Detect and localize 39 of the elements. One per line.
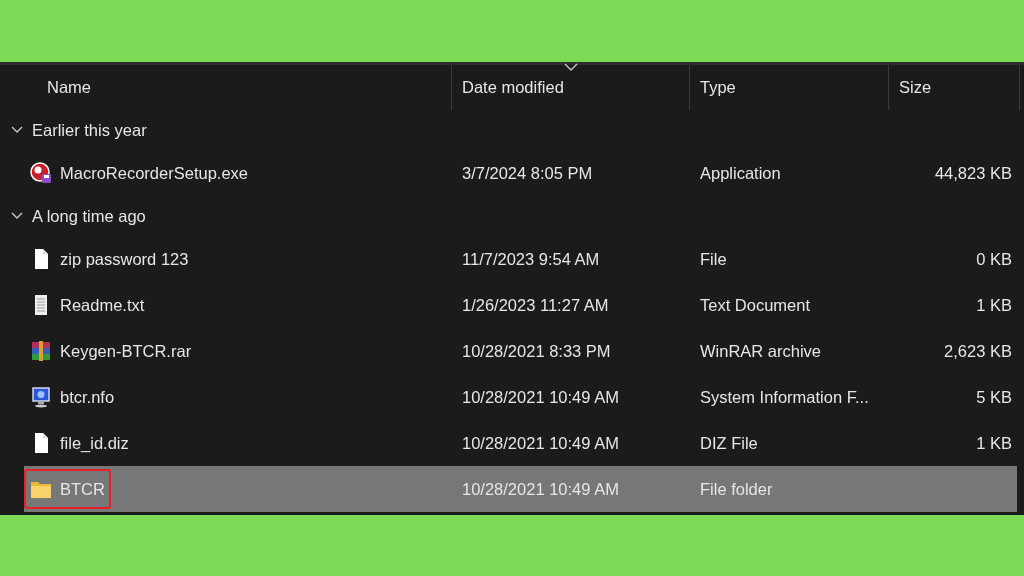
date-text: 10/28/2021 8:33 PM: [461, 340, 612, 362]
type-text: DIZ File: [699, 432, 759, 454]
file-name[interactable]: file_id.diz: [60, 430, 129, 456]
size-text: 2,623 KB: [943, 340, 1012, 362]
size-text: 1 KB: [975, 432, 1012, 454]
monitor-info-icon: [30, 386, 52, 408]
file-name[interactable]: MacroRecorderSetup.exe: [60, 160, 248, 186]
size-text: 5 KB: [975, 386, 1012, 408]
size-text: 44,823 KB: [933, 162, 1012, 184]
date-text: 3/7/2024 8:05 PM: [461, 162, 594, 184]
archive-books-icon: [30, 340, 52, 362]
date-text: 1/26/2023 11:27 AM: [461, 294, 610, 316]
column-header[interactable]: Type: [690, 65, 889, 110]
date-text: 11/7/2023 9:54 AM: [461, 248, 601, 270]
file-name[interactable]: Keygen-BTCR.rar: [60, 338, 192, 364]
type-text: WinRAR archive: [699, 340, 823, 362]
file-name[interactable]: zip password 123: [60, 246, 189, 272]
file-name[interactable]: BTCR: [60, 476, 105, 502]
column-header[interactable]: Size: [889, 65, 1020, 110]
chevron-down-icon[interactable]: [10, 211, 24, 221]
selected-row-highlight[interactable]: BTCR 10/28/2021 10:49 AM File folder: [24, 466, 1017, 512]
group-header[interactable]: A long time ago: [32, 203, 146, 229]
type-text: System Information F...: [699, 386, 870, 408]
type-text: Text Document: [699, 294, 812, 316]
file-name[interactable]: btcr.nfo: [60, 384, 115, 410]
column-header[interactable]: Date modified: [452, 65, 690, 110]
chevron-down-icon[interactable]: [10, 125, 24, 135]
type-text: File: [699, 248, 728, 270]
size-text: 0 KB: [975, 248, 1012, 270]
file-name[interactable]: Readme.txt: [60, 292, 145, 318]
group-header[interactable]: Earlier this year: [32, 117, 147, 143]
record-disc-icon: [30, 162, 52, 184]
date-text: 10/28/2021 10:49 AM: [461, 478, 620, 500]
type-text: File folder: [699, 478, 774, 500]
type-text: Application: [699, 162, 782, 184]
date-text: 10/28/2021 10:49 AM: [461, 386, 620, 408]
date-text: 10/28/2021 10:49 AM: [461, 432, 620, 454]
size-text: 1 KB: [975, 294, 1012, 316]
column-header[interactable]: Name: [0, 65, 452, 110]
